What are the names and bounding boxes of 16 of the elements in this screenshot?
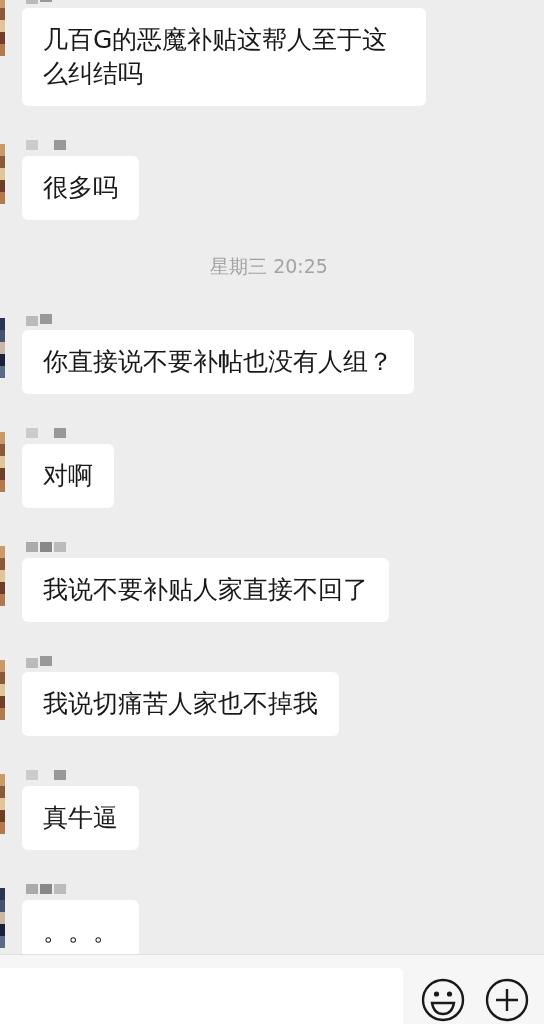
- message-bubble: 我说不要补贴人家直接不回了: [22, 558, 389, 622]
- add-icon[interactable]: [485, 978, 529, 1022]
- message-bubble: 几百G的恶魔补贴这帮人至于这么纠结吗: [22, 8, 426, 106]
- pixelated-name-drawing: [26, 770, 66, 782]
- pixelated-name-drawing: [26, 428, 66, 440]
- message-bubble: 你直接说不要补帖也没有人组？: [22, 330, 414, 394]
- message-bubble: 对啊: [22, 444, 114, 508]
- message-bubble: 我说切痛苦人家也不掉我: [22, 672, 339, 736]
- message-bubble: 很多吗: [22, 156, 139, 220]
- message-bubble: 。。。: [22, 900, 139, 954]
- pixelated-name-drawing: [26, 884, 66, 896]
- message-bubble: 真牛逼: [22, 786, 139, 850]
- pixelated-name-drawing: [26, 542, 66, 554]
- pixelated-name-drawing: [26, 140, 66, 152]
- emoji-icon[interactable]: [421, 978, 465, 1022]
- timestamp: 星期三 20:25: [210, 254, 328, 279]
